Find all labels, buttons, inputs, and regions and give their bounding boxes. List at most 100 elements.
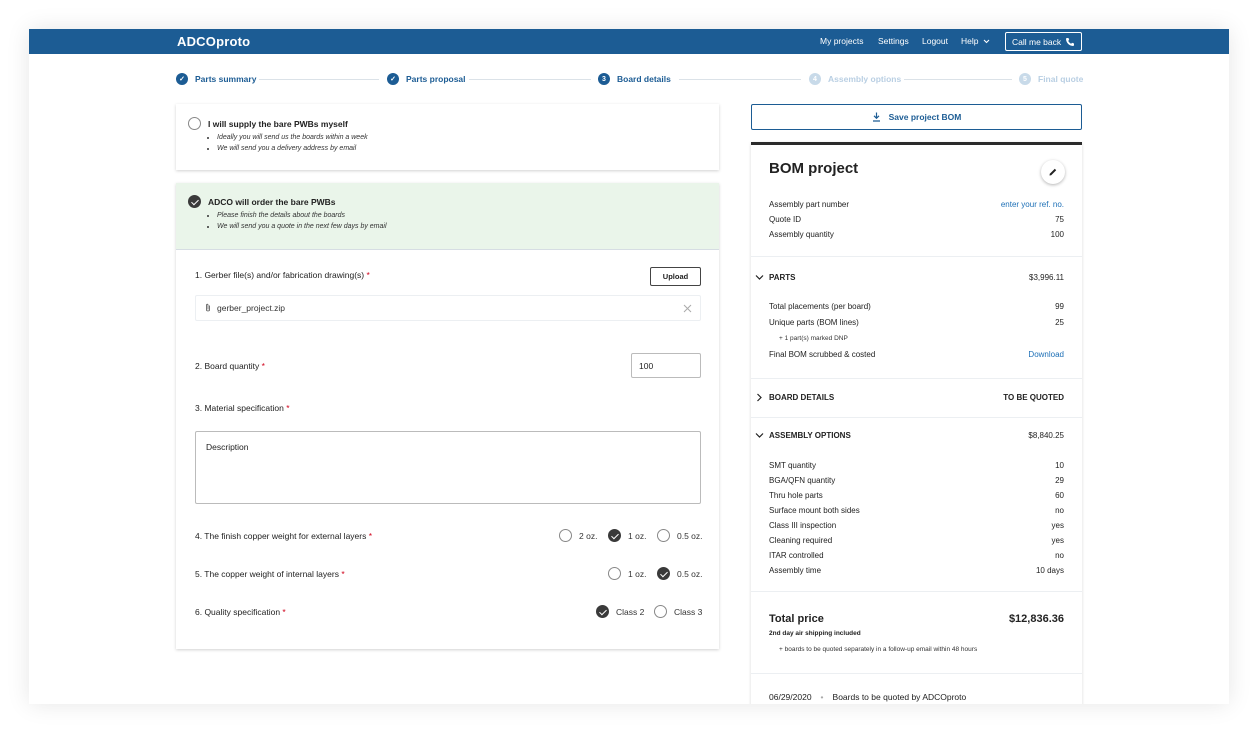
assembly-option-row: BGA/QFN quantity 29 [769, 476, 1064, 485]
step-final-quote[interactable]: 5 Final quote [1019, 73, 1083, 85]
assembly-quantity-row: Assembly quantity 100 [769, 230, 1064, 239]
history-text: Boards to be quoted by ADCOproto [832, 692, 967, 702]
supply-adco-radio[interactable] [188, 195, 201, 208]
board-quantity-input[interactable]: 100 [631, 353, 701, 378]
board-details-section-toggle[interactable]: BOARD DETAILS TO BE QUOTED [755, 393, 1064, 402]
assembly-option-row: Surface mount both sides no [769, 506, 1064, 515]
nav-logout[interactable]: Logout [922, 36, 948, 46]
assembly-option-row: Thru hole parts 60 [769, 491, 1064, 500]
step-board-details[interactable]: 3 Board details [598, 73, 671, 85]
radio-selected[interactable] [608, 529, 621, 542]
step-label: Parts proposal [406, 74, 466, 84]
step-connector [904, 79, 1012, 80]
board-details-value: TO BE QUOTED [1003, 393, 1064, 402]
supply-self-bullet: Ideally you will send us the boards with… [217, 134, 368, 141]
upload-button[interactable]: Upload [650, 267, 701, 286]
copper-ext-option-05oz[interactable]: 0.5 oz. [657, 529, 703, 542]
divider [751, 673, 1082, 674]
copper-internal-label: 5. The copper weight of internal layers … [195, 569, 345, 579]
quality-option-class3[interactable]: Class 3 [654, 605, 702, 618]
step-connector [259, 79, 379, 80]
step-connector [679, 79, 801, 80]
adcoproto-logo[interactable]: ADCOproto [177, 34, 250, 49]
top-navigation-bar: ADCOproto My projects Settings Logout He… [29, 29, 1229, 54]
step-parts-proposal[interactable]: ✓ Parts proposal [387, 73, 466, 85]
assembly-option-row: SMT quantity 10 [769, 461, 1064, 470]
supply-self-bullet: We will send you a delivery address by e… [217, 145, 368, 152]
divider [751, 417, 1082, 418]
bom-summary-panel: BOM project Assembly part number enter y… [751, 142, 1082, 704]
step-number: 4 [809, 73, 821, 85]
step-label: Final quote [1038, 74, 1084, 84]
copper-int-option-1oz[interactable]: 1 oz. [608, 567, 646, 580]
divider [751, 256, 1082, 257]
dnp-note: + 1 part(s) marked DNP [779, 335, 848, 342]
supply-adco-title: ADCO will order the bare PWBs [208, 196, 336, 207]
quality-option-class2[interactable]: Class 2 [596, 605, 644, 618]
radio[interactable] [559, 529, 572, 542]
bom-title: BOM project [769, 160, 859, 177]
radio-selected[interactable] [596, 605, 609, 618]
step-assembly-options[interactable]: 4 Assembly options [809, 73, 901, 85]
supply-adco-bullet: We will send you a quote in the next few… [217, 223, 387, 230]
supply-self-option[interactable]: I will supply the bare PWBs myself Ideal… [176, 104, 719, 170]
assembly-options-title: ASSEMBLY OPTIONS [769, 431, 851, 440]
call-me-back-label: Call me back [1012, 37, 1062, 47]
step-label: Assembly options [828, 74, 902, 84]
copper-int-option-05oz[interactable]: 0.5 oz. [657, 567, 703, 580]
total-price-value: $12,836.36 [1008, 613, 1064, 625]
pencil-icon [1049, 168, 1057, 176]
supply-self-radio[interactable] [188, 117, 201, 130]
gerber-label: 1. Gerber file(s) and/or fabrication dra… [195, 270, 370, 280]
parts-section-toggle[interactable]: PARTS $3,996.11 [755, 273, 1064, 282]
call-me-back-button[interactable]: Call me back [1005, 32, 1082, 51]
nav-help-label: Help [961, 36, 979, 46]
radio[interactable] [654, 605, 667, 618]
radio[interactable] [608, 567, 621, 580]
save-project-bom-label: Save project BOM [888, 112, 962, 122]
divider [751, 591, 1082, 592]
edit-button[interactable] [1041, 160, 1065, 184]
radio[interactable] [657, 529, 670, 542]
total-price-label: Total price [769, 613, 824, 625]
board-details-title: BOARD DETAILS [769, 393, 835, 402]
step-number: 5 [1019, 73, 1031, 85]
phone-icon [1066, 38, 1074, 46]
copper-external-label: 4. The finish copper weight for external… [195, 531, 373, 541]
unique-parts-row: Unique parts (BOM lines) 25 [769, 318, 1064, 327]
shipping-note: 2nd day air shipping included [769, 630, 861, 637]
chevron-right-icon [757, 393, 762, 402]
save-project-bom-button[interactable]: Save project BOM [751, 104, 1082, 130]
material-description-textarea[interactable]: Description [195, 431, 701, 504]
assembly-options-total: $8,840.25 [1028, 431, 1064, 440]
divider [176, 249, 719, 250]
parts-title: PARTS [769, 273, 796, 282]
total-placements-row: Total placements (per board) 99 [769, 302, 1064, 311]
supply-adco-option[interactable]: ADCO will order the bare PWBs Please fin… [176, 183, 719, 249]
file-name: gerber_project.zip [217, 303, 286, 313]
step-parts-summary[interactable]: ✓ Parts summary [176, 73, 256, 85]
enter-ref-no-link[interactable]: enter your ref. no. [1001, 200, 1064, 209]
parts-total: $3,996.11 [1029, 273, 1064, 282]
step-label: Parts summary [195, 74, 257, 84]
final-bom-row: Final BOM scrubbed & costed Download [769, 350, 1064, 359]
download-link[interactable]: Download [1028, 350, 1064, 359]
assembly-part-number-row: Assembly part number enter your ref. no. [769, 200, 1064, 209]
copper-ext-option-1oz[interactable]: 1 oz. [608, 529, 646, 542]
history-date: 06/29/2020 [769, 692, 812, 702]
nav-settings[interactable]: Settings [878, 36, 909, 46]
step-number: 3 [598, 73, 610, 85]
copper-ext-option-2oz[interactable]: 2 oz. [559, 529, 597, 542]
material-label: 3. Material specification * [195, 403, 290, 413]
assembly-option-row: ITAR controlled no [769, 551, 1064, 560]
check-icon: ✓ [387, 73, 399, 85]
supply-adco-bullet: Please finish the details about the boar… [217, 212, 387, 219]
nav-my-projects[interactable]: My projects [820, 36, 863, 46]
app-frame: ADCOproto My projects Settings Logout He… [29, 29, 1229, 704]
divider [751, 378, 1082, 379]
radio-selected[interactable] [657, 567, 670, 580]
assembly-options-section-toggle[interactable]: ASSEMBLY OPTIONS $8,840.25 [755, 431, 1064, 440]
nav-help[interactable]: Help [961, 36, 990, 46]
close-icon[interactable] [683, 304, 692, 313]
check-icon: ✓ [176, 73, 188, 85]
